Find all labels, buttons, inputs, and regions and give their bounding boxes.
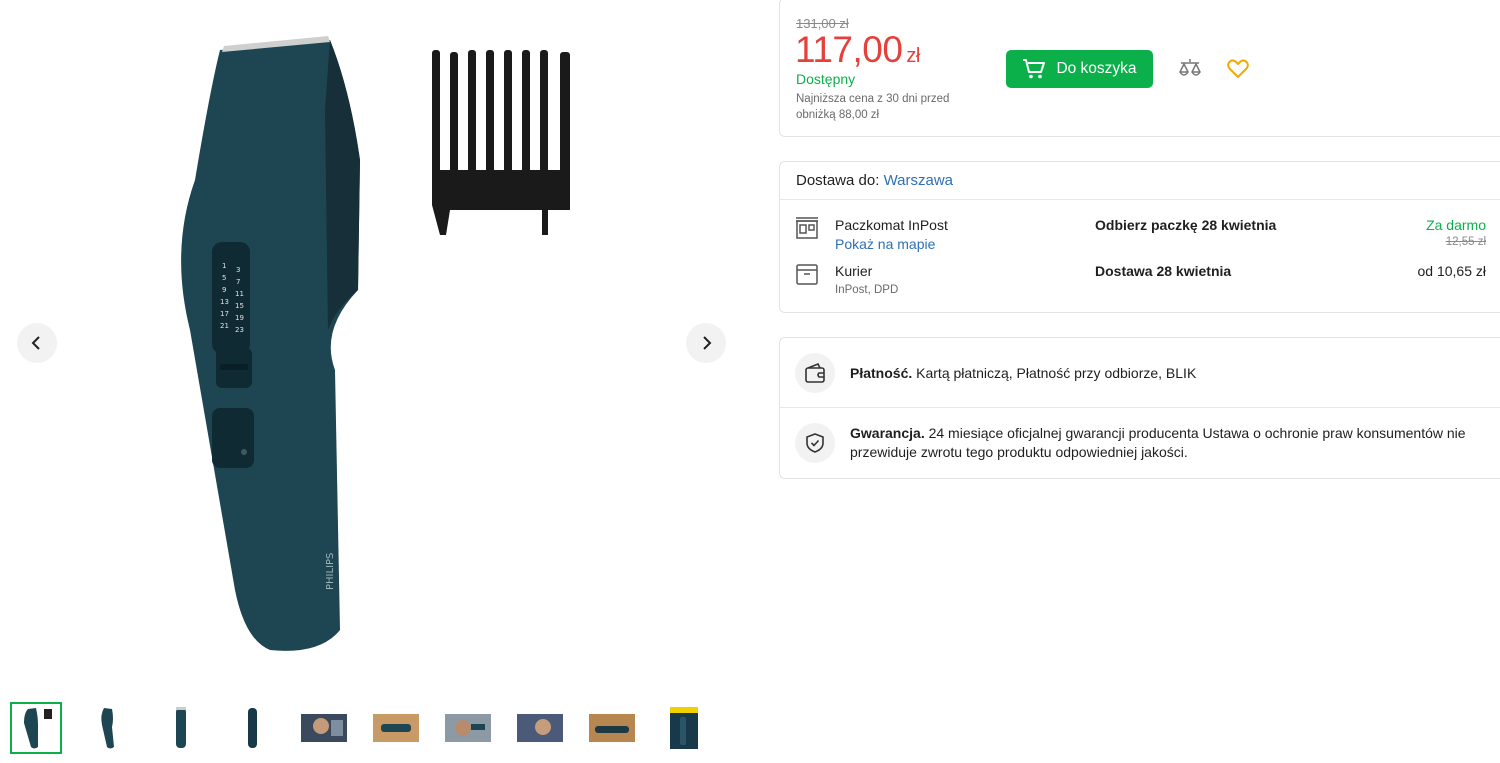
delivery-option-name: Kurier [835, 263, 873, 279]
delivery-city-link[interactable]: Warszawa [884, 172, 953, 189]
dial-number: 23 [235, 326, 244, 334]
trimming-photo-thumb-icon [445, 714, 491, 742]
dial-number: 19 [235, 314, 244, 322]
warranty-info: Gwarancja. 24 miesiące oficjalnej gwaran… [850, 424, 1480, 462]
product-gallery: 1 5 9 13 17 21 3 7 11 15 19 23 PHILIPS [0, 0, 760, 763]
dial-number: 21 [220, 322, 229, 330]
delivery-option-courier: Kurier InPost, DPD Dostawa 28 kwietnia o… [780, 262, 1500, 308]
clipper-on-table-thumb-icon [373, 714, 419, 742]
delivery-card: Dostawa do: Warszawa Paczkomat InPost Po… [779, 161, 1500, 313]
payment-row: Płatność. Kartą płatniczą, Płatność przy… [780, 338, 1500, 408]
thumbnail-1[interactable] [10, 702, 62, 754]
previous-image-button[interactable] [17, 323, 57, 363]
thumbnail-10[interactable] [658, 702, 710, 754]
payment-label: Płatność. [850, 365, 913, 381]
shield-check-icon [806, 433, 824, 453]
clipper-in-hand-thumb-icon [589, 714, 635, 742]
dial-number: 17 [220, 310, 229, 318]
dial-number: 7 [236, 278, 240, 286]
payment-methods: Kartą płatniczą, Płatność przy odbiorze,… [916, 365, 1197, 381]
lowest-price-note: Najniższa cena z 30 dni przed obniżką 88… [796, 93, 950, 121]
dial-number: 9 [222, 286, 226, 294]
show-on-map-link[interactable]: Pokaż na mapie [835, 236, 935, 252]
shield-icon-circle [795, 423, 835, 463]
dial-number: 13 [220, 298, 229, 306]
brand-label: PHILIPS [325, 553, 336, 590]
warranty-row: Gwarancja. 24 miesiące oficjalnej gwaran… [780, 408, 1500, 480]
thumbnail-5[interactable] [298, 702, 350, 754]
man-photo-thumb-icon [301, 714, 347, 742]
delivery-option-cost: Za darmo [1426, 217, 1486, 233]
delivery-option-parcel-locker: Paczkomat InPost Pokaż na mapie Odbierz … [780, 216, 1500, 262]
chevron-left-icon [31, 336, 40, 350]
compare-icon[interactable] [1178, 57, 1202, 81]
chevron-right-icon [703, 336, 712, 350]
dial-number: 3 [236, 266, 240, 274]
courier-box-icon [796, 264, 818, 285]
thumbnail-4[interactable] [226, 702, 278, 754]
delivery-label: Dostawa do: [796, 172, 880, 189]
product-box-thumb-icon [670, 707, 698, 749]
dial-number: 5 [222, 274, 226, 282]
thumbnail-3[interactable] [154, 702, 206, 754]
delivery-option-date: Dostawa 28 kwietnia [1095, 263, 1232, 279]
thumbnail-7[interactable] [442, 702, 494, 754]
main-product-image[interactable]: 1 5 9 13 17 21 3 7 11 15 19 23 PHILIPS [150, 30, 590, 660]
delivery-option-old-cost: 12,55 zł [1445, 236, 1486, 248]
clipper-side-thumb-icon [101, 708, 114, 749]
cart-icon [1023, 59, 1046, 79]
favorite-heart-icon[interactable] [1226, 57, 1250, 81]
thumbnail-6[interactable] [370, 702, 422, 754]
delivery-header: Dostawa do: Warszawa [780, 162, 1500, 200]
availability-status: Dostępny [796, 71, 856, 87]
payment-warranty-card: Płatność. Kartą płatniczą, Płatność przy… [779, 337, 1500, 479]
clipper-with-comb-thumb-icon [24, 708, 52, 749]
delivery-option-name: Paczkomat InPost [835, 217, 948, 233]
price-card: 131,00 zł 117,00 zł Dostępny Najniższa ce… [779, 0, 1500, 137]
current-price: 117,00 zł [795, 29, 920, 71]
payment-info: Płatność. Kartą płatniczą, Płatność przy… [850, 364, 1480, 383]
wallet-icon [805, 362, 825, 383]
delivery-option-cost: od 10,65 zł [1417, 263, 1487, 279]
add-to-cart-button[interactable]: Do koszyka [1006, 50, 1153, 88]
thumbnail-9[interactable] [586, 702, 638, 754]
warranty-label: Gwarancja. [850, 425, 925, 441]
man-photo-2-thumb-icon [517, 714, 563, 742]
clipper-back-thumb-icon [248, 708, 257, 748]
thumbnail-2[interactable] [82, 702, 134, 754]
delivery-option-date: Odbierz paczkę 28 kwietnia [1095, 217, 1277, 233]
dial-number: 11 [235, 290, 244, 298]
thumbnail-8[interactable] [514, 702, 566, 754]
dial-number: 1 [222, 262, 226, 270]
thumbnail-strip [10, 702, 710, 754]
product-page: 1 5 9 13 17 21 3 7 11 15 19 23 PHILIPS 1… [0, 0, 1500, 763]
delivery-option-carriers: InPost, DPD [835, 284, 899, 296]
next-image-button[interactable] [686, 323, 726, 363]
add-to-cart-label: Do koszyka [1056, 60, 1137, 77]
price-currency: zł [906, 45, 920, 67]
price-value: 117,00 [795, 29, 903, 70]
warranty-text: 24 miesiące oficjalnej gwarancji produce… [850, 425, 1466, 460]
parcel-locker-icon [796, 217, 818, 239]
dial-number: 15 [235, 302, 244, 310]
wallet-icon-circle [795, 353, 835, 393]
clipper-front-thumb-icon [176, 707, 186, 748]
